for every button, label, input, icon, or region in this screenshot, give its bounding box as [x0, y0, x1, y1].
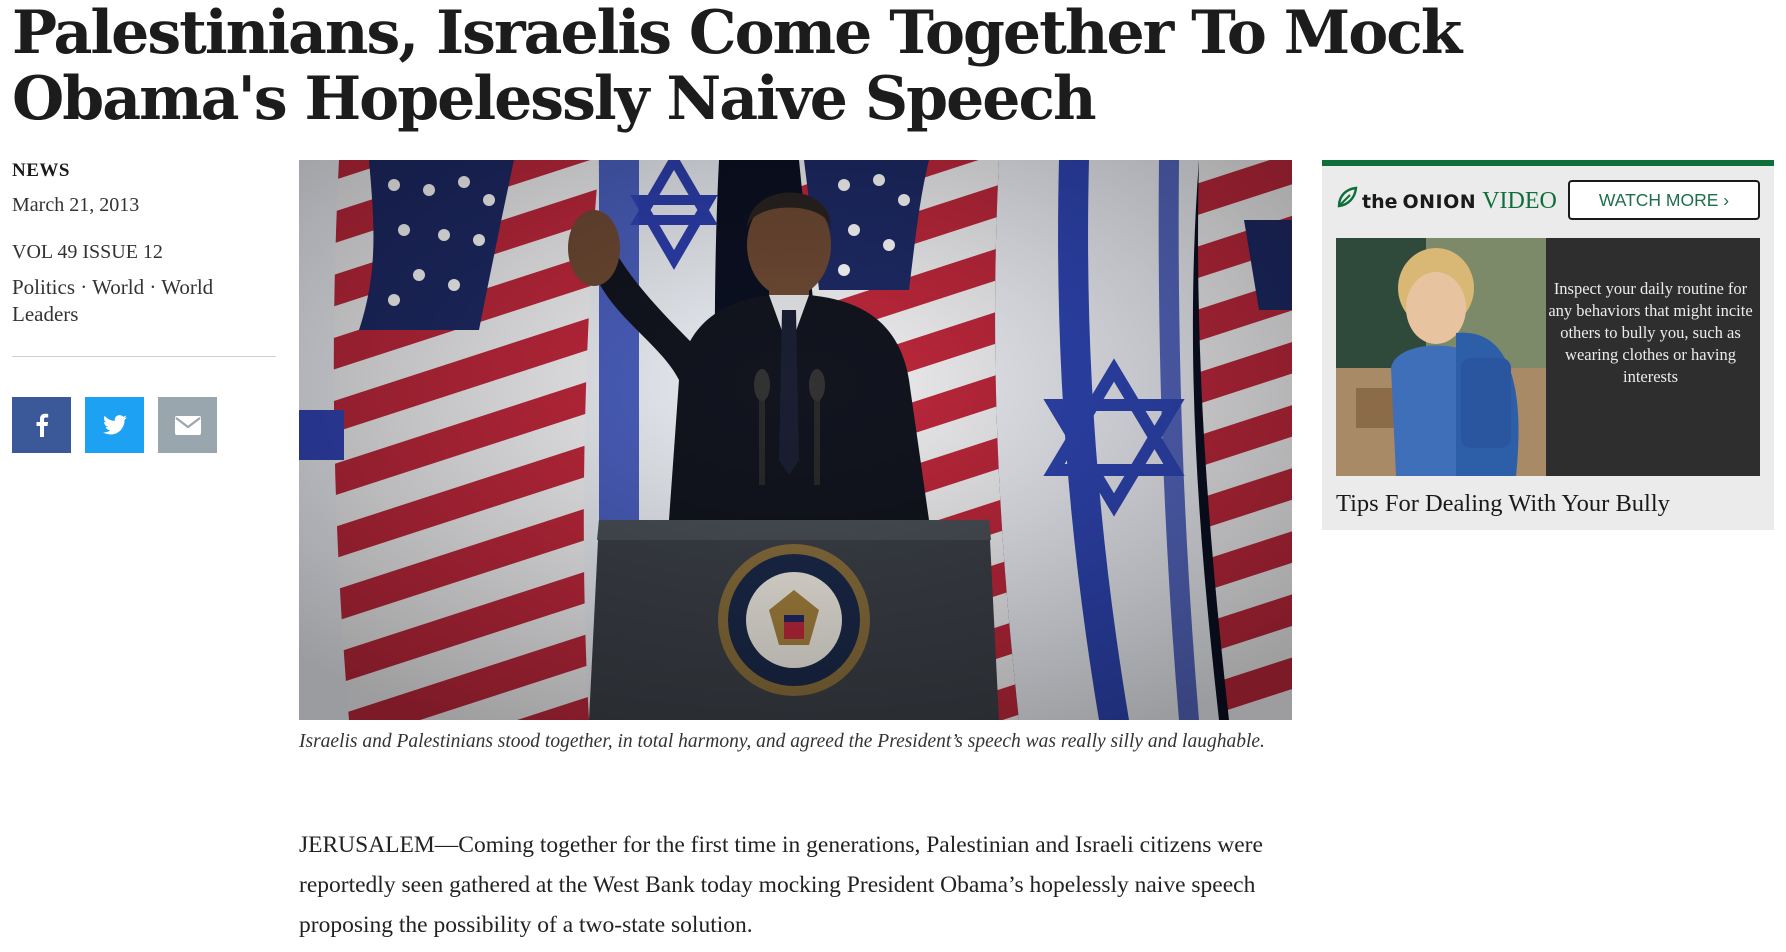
obama-speech-photo [299, 160, 1292, 720]
article-body: JERUSALEM—Coming together for the first … [299, 832, 1263, 938]
email-share-button[interactable] [158, 397, 217, 453]
publish-date: March 21, 2013 [12, 194, 140, 216]
issue-volume: VOL 49 ISSUE 12 [12, 241, 163, 263]
watch-more-button[interactable]: WATCH MORE › [1568, 180, 1760, 220]
photo-caption: Israelis and Palestinians stood together… [299, 731, 1265, 752]
video-thumbnail[interactable]: Inspect your daily routine for any behav… [1336, 238, 1760, 476]
logo-onion: ONION [1402, 191, 1477, 213]
facebook-icon [36, 413, 48, 437]
email-icon [174, 415, 201, 435]
article-headline: Palestinians, Israelis Come Together To … [12, 0, 1462, 134]
logo-video: VIDEO [1482, 188, 1557, 214]
twitter-icon [102, 415, 127, 435]
article-tags[interactable]: Politics · World · World Leaders [12, 274, 276, 328]
meta-divider [12, 356, 276, 357]
leaf-icon [1337, 186, 1358, 208]
twitter-share-button[interactable] [85, 397, 144, 453]
section-label[interactable]: NEWS [12, 160, 276, 182]
video-widget-header: the ONION VIDEO WATCH MORE › [1336, 180, 1760, 222]
share-buttons [12, 397, 276, 453]
video-thumbnail-text: Inspect your daily routine for any behav… [1548, 279, 1753, 386]
article-photo [299, 160, 1292, 720]
onion-video-logo[interactable]: the ONION VIDEO [1336, 186, 1557, 215]
article-meta: NEWS March 21, 2013 VOL 49 ISSUE 12 Poli… [12, 160, 276, 453]
facebook-share-button[interactable] [12, 397, 71, 453]
logo-the: the [1362, 191, 1398, 213]
onion-video-widget: the ONION VIDEO WATCH MORE › Inspect you… [1322, 160, 1774, 530]
video-title-link[interactable]: Tips For Dealing With Your Bully [1336, 490, 1760, 518]
